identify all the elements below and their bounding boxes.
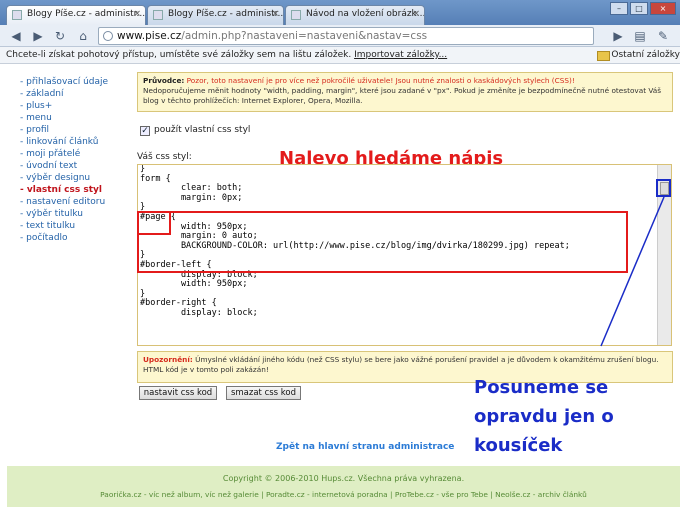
url-host: www.pise.cz bbox=[117, 30, 182, 42]
browser-titlebar: Blogy Píše.cz - administr... × Blogy Píš… bbox=[0, 0, 680, 25]
close-window-icon[interactable]: × bbox=[650, 2, 676, 15]
annotation-right-text: Posuneme se opravdu jen o kousíček bbox=[474, 377, 614, 456]
favicon-icon bbox=[153, 10, 163, 20]
close-tab-icon[interactable]: × bbox=[133, 9, 141, 19]
bookmarks-bar: Chcete-li získat pohotový přístup, umíst… bbox=[0, 47, 680, 64]
warning-title: Upozornění: bbox=[143, 355, 193, 364]
warning-text: Úmyslné vkládání jiného kódu (než CSS st… bbox=[143, 355, 659, 374]
favicon-icon bbox=[291, 10, 301, 20]
globe-icon bbox=[103, 31, 113, 41]
page-footer: Copyright © 2006-2010 Hups.cz. Všechna p… bbox=[7, 466, 680, 507]
home-icon[interactable]: ⌂ bbox=[75, 28, 91, 44]
browser-tab-2[interactable]: Blogy Píše.cz - administr... × bbox=[147, 5, 284, 25]
page-menu-icon[interactable]: ▤ bbox=[632, 28, 648, 44]
bookmarks-prompt: Chcete-li získat pohotový přístup, umíst… bbox=[6, 50, 352, 60]
page-content: přihlašovací údaje základní plus+ menu p… bbox=[0, 64, 680, 507]
tab-label: Návod na vložení obrázk... bbox=[306, 9, 425, 19]
other-bookmarks-folder[interactable]: Ostatní záložky bbox=[597, 47, 680, 63]
back-to-admin-link[interactable]: Zpět na hlavní stranu administrace bbox=[276, 442, 454, 452]
wrench-icon[interactable]: ✎ bbox=[655, 28, 671, 44]
browser-tab-1[interactable]: Blogy Píše.cz - administr... × bbox=[6, 5, 146, 25]
play-icon[interactable]: ▶ bbox=[610, 28, 626, 44]
url-path: /admin.php?nastaveni=nastaveni&nastav=cs… bbox=[181, 30, 428, 42]
save-css-button[interactable]: nastavit css kod bbox=[139, 386, 217, 400]
footer-links[interactable]: Paorička.cz - víc než album, víc než gal… bbox=[7, 490, 680, 499]
address-bar[interactable]: www.pise.cz/admin.php?nastaveni=nastaven… bbox=[98, 27, 594, 45]
minimize-icon[interactable]: – bbox=[610, 2, 628, 15]
tab-label: Blogy Píše.cz - administr... bbox=[168, 9, 284, 19]
import-bookmarks-link[interactable]: Importovat záložky... bbox=[354, 50, 447, 60]
favicon-icon bbox=[12, 10, 22, 20]
close-tab-icon[interactable]: × bbox=[412, 9, 420, 19]
forward-icon[interactable]: ▶ bbox=[30, 28, 46, 44]
reload-icon[interactable]: ↻ bbox=[52, 28, 68, 44]
delete-css-button[interactable]: smazat css kod bbox=[226, 386, 301, 400]
browser-tab-3[interactable]: Návod na vložení obrázk... × bbox=[285, 5, 425, 25]
close-tab-icon[interactable]: × bbox=[271, 9, 279, 19]
tab-label: Blogy Píše.cz - administr... bbox=[27, 9, 146, 19]
browser-toolbar: ◀ ▶ ↻ ⌂ www.pise.cz/admin.php?nastaveni=… bbox=[0, 25, 680, 47]
window-controls: – □ × bbox=[608, 2, 676, 15]
back-icon[interactable]: ◀ bbox=[8, 28, 24, 44]
footer-copyright: Copyright © 2006-2010 Hups.cz. Všechna p… bbox=[222, 474, 465, 483]
maximize-icon[interactable]: □ bbox=[630, 2, 648, 15]
